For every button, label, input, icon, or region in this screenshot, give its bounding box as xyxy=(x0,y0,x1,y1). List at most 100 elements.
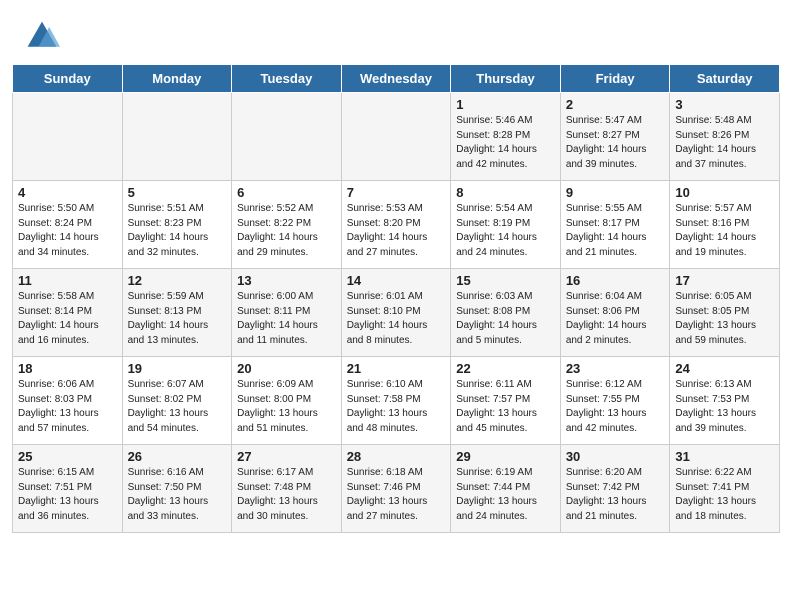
calendar-cell: 14 Sunrise: 6:01 AM Sunset: 8:10 PM Dayli… xyxy=(341,269,451,357)
week-row-3: 11 Sunrise: 5:58 AM Sunset: 8:14 PM Dayli… xyxy=(13,269,780,357)
day-info: Sunrise: 5:47 AM Sunset: 8:27 PM Dayligh… xyxy=(566,114,665,172)
day-info: Sunrise: 5:48 AM Sunset: 8:26 PM Dayligh… xyxy=(675,114,774,172)
calendar-cell xyxy=(122,93,232,181)
week-row-5: 25 Sunrise: 6:15 AM Sunset: 7:51 PM Dayli… xyxy=(13,445,780,533)
day-info: Sunrise: 5:54 AM Sunset: 8:19 PM Dayligh… xyxy=(456,202,555,260)
day-number: 31 xyxy=(675,449,774,464)
calendar-cell: 19 Sunrise: 6:07 AM Sunset: 8:02 PM Dayli… xyxy=(122,357,232,445)
page-header xyxy=(0,0,792,64)
day-info: Sunrise: 6:10 AM Sunset: 7:58 PM Dayligh… xyxy=(347,378,446,436)
calendar-cell: 15 Sunrise: 6:03 AM Sunset: 8:08 PM Dayli… xyxy=(451,269,561,357)
calendar-cell: 3Sunrise: 5:48 AM Sunset: 8:26 PM Daylig… xyxy=(670,93,780,181)
day-number: 17 xyxy=(675,273,774,288)
day-info: Sunrise: 6:06 AM Sunset: 8:03 PM Dayligh… xyxy=(18,378,117,436)
calendar-cell: 8 Sunrise: 5:54 AM Sunset: 8:19 PM Daylig… xyxy=(451,181,561,269)
day-number: 25 xyxy=(18,449,117,464)
day-info: Sunrise: 6:05 AM Sunset: 8:05 PM Dayligh… xyxy=(675,290,774,348)
calendar-cell: 16 Sunrise: 6:04 AM Sunset: 8:06 PM Dayli… xyxy=(560,269,670,357)
day-info: Sunrise: 6:20 AM Sunset: 7:42 PM Dayligh… xyxy=(566,466,665,524)
calendar-cell: 27 Sunrise: 6:17 AM Sunset: 7:48 PM Dayli… xyxy=(232,445,342,533)
day-number: 7 xyxy=(347,185,446,200)
day-number: 8 xyxy=(456,185,555,200)
day-info: Sunrise: 5:50 AM Sunset: 8:24 PM Dayligh… xyxy=(18,202,117,260)
day-number: 27 xyxy=(237,449,336,464)
day-header-monday: Monday xyxy=(122,65,232,93)
calendar-cell: 6Sunrise: 5:52 AM Sunset: 8:22 PM Daylig… xyxy=(232,181,342,269)
calendar-cell: 4 Sunrise: 5:50 AM Sunset: 8:24 PM Daylig… xyxy=(13,181,123,269)
day-number: 11 xyxy=(18,273,117,288)
day-number: 20 xyxy=(237,361,336,376)
calendar-cell: 13 Sunrise: 6:00 AM Sunset: 8:11 PM Dayli… xyxy=(232,269,342,357)
day-number: 18 xyxy=(18,361,117,376)
day-info: Sunrise: 5:59 AM Sunset: 8:13 PM Dayligh… xyxy=(128,290,227,348)
calendar-cell: 2Sunrise: 5:47 AM Sunset: 8:27 PM Daylig… xyxy=(560,93,670,181)
calendar-cell: 1 Sunrise: 5:46 AM Sunset: 8:28 PM Daylig… xyxy=(451,93,561,181)
day-header-row: SundayMondayTuesdayWednesdayThursdayFrid… xyxy=(13,65,780,93)
day-number: 14 xyxy=(347,273,446,288)
day-info: Sunrise: 5:51 AM Sunset: 8:23 PM Dayligh… xyxy=(128,202,227,260)
day-number: 29 xyxy=(456,449,555,464)
day-header-tuesday: Tuesday xyxy=(232,65,342,93)
calendar-cell xyxy=(341,93,451,181)
calendar-cell xyxy=(232,93,342,181)
day-number: 30 xyxy=(566,449,665,464)
day-info: Sunrise: 6:00 AM Sunset: 8:11 PM Dayligh… xyxy=(237,290,336,348)
day-info: Sunrise: 6:04 AM Sunset: 8:06 PM Dayligh… xyxy=(566,290,665,348)
day-info: Sunrise: 5:58 AM Sunset: 8:14 PM Dayligh… xyxy=(18,290,117,348)
day-info: Sunrise: 6:11 AM Sunset: 7:57 PM Dayligh… xyxy=(456,378,555,436)
calendar-cell: 20Sunrise: 6:09 AM Sunset: 8:00 PM Dayli… xyxy=(232,357,342,445)
calendar-cell: 7Sunrise: 5:53 AM Sunset: 8:20 PM Daylig… xyxy=(341,181,451,269)
day-info: Sunrise: 5:57 AM Sunset: 8:16 PM Dayligh… xyxy=(675,202,774,260)
calendar-cell: 29 Sunrise: 6:19 AM Sunset: 7:44 PM Dayli… xyxy=(451,445,561,533)
day-number: 1 xyxy=(456,97,555,112)
calendar-cell: 24 Sunrise: 6:13 AM Sunset: 7:53 PM Dayli… xyxy=(670,357,780,445)
day-info: Sunrise: 6:03 AM Sunset: 8:08 PM Dayligh… xyxy=(456,290,555,348)
calendar-cell: 26 Sunrise: 6:16 AM Sunset: 7:50 PM Dayli… xyxy=(122,445,232,533)
day-info: Sunrise: 6:07 AM Sunset: 8:02 PM Dayligh… xyxy=(128,378,227,436)
day-number: 22 xyxy=(456,361,555,376)
day-header-friday: Friday xyxy=(560,65,670,93)
day-info: Sunrise: 6:18 AM Sunset: 7:46 PM Dayligh… xyxy=(347,466,446,524)
day-info: Sunrise: 5:55 AM Sunset: 8:17 PM Dayligh… xyxy=(566,202,665,260)
calendar-header: SundayMondayTuesdayWednesdayThursdayFrid… xyxy=(13,65,780,93)
day-number: 6 xyxy=(237,185,336,200)
day-info: Sunrise: 6:13 AM Sunset: 7:53 PM Dayligh… xyxy=(675,378,774,436)
day-header-thursday: Thursday xyxy=(451,65,561,93)
calendar-cell: 23Sunrise: 6:12 AM Sunset: 7:55 PM Dayli… xyxy=(560,357,670,445)
day-info: Sunrise: 6:19 AM Sunset: 7:44 PM Dayligh… xyxy=(456,466,555,524)
day-number: 16 xyxy=(566,273,665,288)
calendar-wrap: SundayMondayTuesdayWednesdayThursdayFrid… xyxy=(0,64,792,545)
day-number: 5 xyxy=(128,185,227,200)
logo xyxy=(24,18,66,54)
day-number: 9 xyxy=(566,185,665,200)
day-info: Sunrise: 6:16 AM Sunset: 7:50 PM Dayligh… xyxy=(128,466,227,524)
calendar-cell: 25 Sunrise: 6:15 AM Sunset: 7:51 PM Dayli… xyxy=(13,445,123,533)
day-info: Sunrise: 5:46 AM Sunset: 8:28 PM Dayligh… xyxy=(456,114,555,172)
calendar-table: SundayMondayTuesdayWednesdayThursdayFrid… xyxy=(12,64,780,533)
calendar-cell: 18 Sunrise: 6:06 AM Sunset: 8:03 PM Dayli… xyxy=(13,357,123,445)
calendar-cell: 31 Sunrise: 6:22 AM Sunset: 7:41 PM Dayli… xyxy=(670,445,780,533)
calendar-cell: 5 Sunrise: 5:51 AM Sunset: 8:23 PM Daylig… xyxy=(122,181,232,269)
day-number: 26 xyxy=(128,449,227,464)
calendar-cell: 12 Sunrise: 5:59 AM Sunset: 8:13 PM Dayli… xyxy=(122,269,232,357)
calendar-cell: 21Sunrise: 6:10 AM Sunset: 7:58 PM Dayli… xyxy=(341,357,451,445)
day-number: 28 xyxy=(347,449,446,464)
day-number: 19 xyxy=(128,361,227,376)
day-header-saturday: Saturday xyxy=(670,65,780,93)
day-number: 13 xyxy=(237,273,336,288)
day-info: Sunrise: 6:22 AM Sunset: 7:41 PM Dayligh… xyxy=(675,466,774,524)
calendar-cell: 11 Sunrise: 5:58 AM Sunset: 8:14 PM Dayli… xyxy=(13,269,123,357)
day-info: Sunrise: 6:01 AM Sunset: 8:10 PM Dayligh… xyxy=(347,290,446,348)
calendar-cell: 30 Sunrise: 6:20 AM Sunset: 7:42 PM Dayli… xyxy=(560,445,670,533)
day-number: 15 xyxy=(456,273,555,288)
calendar-body: 1 Sunrise: 5:46 AM Sunset: 8:28 PM Daylig… xyxy=(13,93,780,533)
day-info: Sunrise: 6:17 AM Sunset: 7:48 PM Dayligh… xyxy=(237,466,336,524)
day-number: 12 xyxy=(128,273,227,288)
day-info: Sunrise: 6:15 AM Sunset: 7:51 PM Dayligh… xyxy=(18,466,117,524)
day-number: 23 xyxy=(566,361,665,376)
calendar-cell: 22 Sunrise: 6:11 AM Sunset: 7:57 PM Dayli… xyxy=(451,357,561,445)
day-number: 4 xyxy=(18,185,117,200)
calendar-cell: 10Sunrise: 5:57 AM Sunset: 8:16 PM Dayli… xyxy=(670,181,780,269)
week-row-2: 4 Sunrise: 5:50 AM Sunset: 8:24 PM Daylig… xyxy=(13,181,780,269)
day-number: 24 xyxy=(675,361,774,376)
